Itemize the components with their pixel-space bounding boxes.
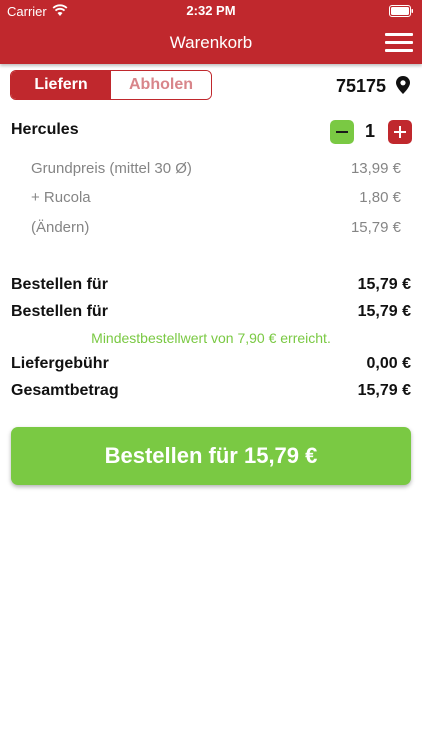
grand-total-value: 15,79 €: [357, 382, 411, 399]
extra-topping-value: 1,80 €: [359, 189, 401, 206]
tab-liefern[interactable]: Liefern: [11, 71, 111, 99]
hamburger-menu-icon[interactable]: [385, 33, 413, 53]
tab-abholen[interactable]: Abholen: [111, 71, 211, 99]
increase-quantity-button[interactable]: [388, 120, 412, 144]
delivery-mode-toggle: Liefern Abholen: [10, 70, 212, 100]
order-for-value: 15,79 €: [357, 276, 411, 293]
page-title: Warenkorb: [169, 33, 253, 52]
decrease-quantity-button[interactable]: [330, 120, 354, 144]
place-order-button[interactable]: Bestellen für 15,79 €: [11, 427, 411, 485]
item-name: Hercules: [11, 121, 79, 138]
extra-topping-label: + Rucola: [31, 189, 91, 206]
order-for-label-2: Bestellen für: [11, 303, 108, 320]
base-price-value: 13,99 €: [350, 160, 401, 177]
status-bar: Carrier 2:32 PM: [0, 0, 422, 22]
location-pin-icon[interactable]: [396, 76, 410, 94]
minimum-order-notice: Mindestbestellwert von 7,90 € erreicht.: [91, 330, 331, 346]
order-for-value-2: 15,79 €: [357, 303, 411, 320]
delivery-fee-value: 0,00 €: [366, 355, 411, 372]
postcode-label[interactable]: 75175: [336, 76, 386, 97]
nav-header: Carrier 2:32 PM Warenkorb: [0, 0, 422, 64]
battery-icon: [389, 5, 413, 17]
change-item-link[interactable]: (Ändern): [31, 219, 89, 236]
quantity-value: 1: [364, 121, 375, 141]
grand-total-label: Gesamtbetrag: [11, 382, 119, 399]
order-for-label: Bestellen für: [11, 276, 108, 293]
item-total-value: 15,79 €: [350, 219, 401, 236]
clock-label: 2:32 PM: [186, 3, 236, 18]
base-price-label: Grundpreis (mittel 30 Ø): [31, 160, 192, 177]
delivery-fee-label: Liefergebühr: [11, 355, 109, 372]
